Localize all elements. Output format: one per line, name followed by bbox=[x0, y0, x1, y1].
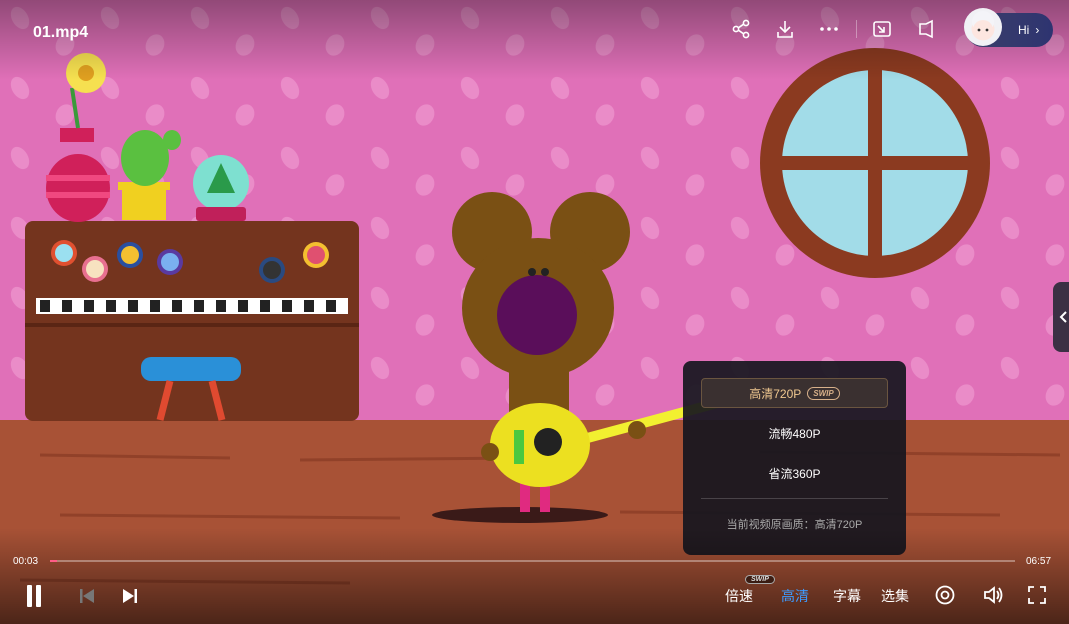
assistant-avatar bbox=[964, 8, 1002, 46]
bottom-gradient bbox=[0, 528, 1069, 624]
more-icon[interactable] bbox=[816, 16, 842, 42]
settings-button[interactable] bbox=[933, 583, 957, 607]
pip-icon[interactable] bbox=[869, 16, 895, 42]
pause-button[interactable] bbox=[22, 583, 46, 609]
progress-fill bbox=[50, 560, 57, 562]
quality-option-720p[interactable]: 高清720P SWIP bbox=[701, 378, 888, 408]
video-title: 01.mp4 bbox=[33, 24, 89, 41]
speed-swip-badge: SWIP bbox=[745, 575, 775, 584]
duration: 06:57 bbox=[1026, 556, 1052, 567]
quality-option-360p[interactable]: 省流360P bbox=[701, 458, 888, 488]
settings-icon bbox=[935, 585, 955, 605]
speed-button[interactable]: 倍速 bbox=[725, 586, 753, 606]
quality-menu: 高清720P SWIP 流畅480P 省流360P 当前视频原画质：高清720P bbox=[683, 361, 906, 555]
assistant-label: Hi bbox=[1018, 23, 1030, 37]
mini-window-icon[interactable] bbox=[913, 16, 939, 42]
progress-bar[interactable] bbox=[50, 560, 1015, 562]
toolbar-divider bbox=[856, 20, 857, 38]
share-icon[interactable] bbox=[728, 16, 754, 42]
previous-button[interactable] bbox=[77, 585, 97, 607]
fullscreen-button[interactable] bbox=[1025, 583, 1049, 607]
current-time: 00:03 bbox=[13, 556, 39, 567]
top-toolbar bbox=[728, 14, 957, 44]
assistant-button[interactable]: Hi › bbox=[964, 8, 1053, 47]
chevron-right-icon: › bbox=[1035, 23, 1040, 37]
volume-button[interactable] bbox=[981, 583, 1005, 607]
next-button[interactable] bbox=[120, 585, 140, 607]
quality-menu-divider bbox=[701, 498, 888, 499]
previous-icon bbox=[80, 589, 94, 603]
quality-button[interactable]: 高清 bbox=[781, 586, 809, 606]
episodes-button[interactable]: 选集 bbox=[881, 586, 909, 606]
next-icon bbox=[123, 589, 137, 603]
download-icon[interactable] bbox=[772, 16, 798, 42]
subtitles-button[interactable]: 字幕 bbox=[833, 586, 861, 606]
side-panel-toggle[interactable] bbox=[1053, 282, 1069, 352]
fullscreen-icon bbox=[1028, 586, 1046, 604]
quality-option-label: 省流360P bbox=[768, 466, 821, 481]
quality-option-480p[interactable]: 流畅480P bbox=[701, 418, 888, 448]
chevron-left-icon bbox=[1059, 311, 1067, 323]
volume-icon bbox=[984, 586, 1003, 604]
swip-badge: SWIP bbox=[807, 386, 840, 400]
pause-icon bbox=[27, 585, 41, 607]
quality-option-label: 高清720P bbox=[749, 386, 802, 401]
quality-option-label: 流畅480P bbox=[768, 426, 821, 441]
